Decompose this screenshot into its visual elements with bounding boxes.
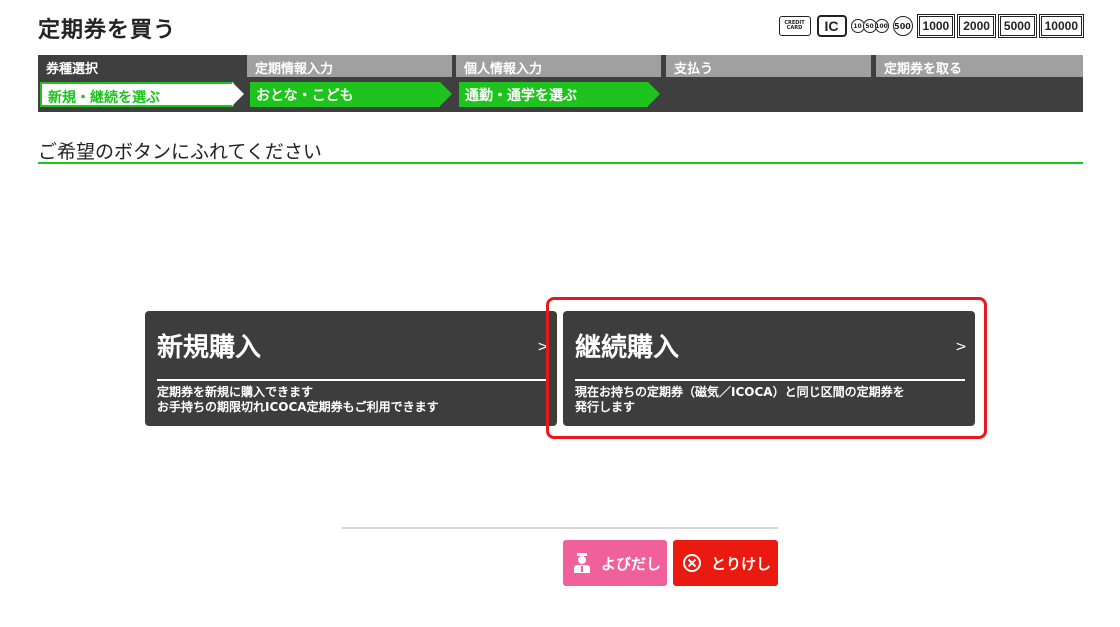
arrow-right-icon — [648, 82, 660, 106]
ic-card-icon: IC — [816, 15, 847, 37]
footer-divider — [342, 527, 778, 529]
substep-label: 通勤・通学を選ぶ — [465, 88, 577, 104]
cancel-button-label: とりけし — [711, 554, 772, 573]
call-staff-button[interactable]: よびだし — [563, 540, 667, 586]
step-take-pass: 定期券を取る — [876, 55, 1083, 77]
bill-1000-icon: 1000 — [916, 14, 956, 38]
step-progress-bar: 券種選択 定期情報入力 個人情報入力 支払う 定期券を取る 新規・継続を選ぶ お… — [38, 55, 1083, 112]
substep-adult-child: おとな・こども — [250, 82, 452, 107]
substep-label: 新規・継続を選ぶ — [48, 90, 160, 106]
credit-card-icon: CREDIT CARD — [778, 16, 811, 36]
selection-highlight — [546, 297, 987, 439]
option-title: 新規購入 — [157, 333, 262, 363]
bill-2000-icon: 2000 — [957, 14, 996, 38]
new-purchase-button[interactable]: 新規購入 > 定期券を新規に購入できます お手持ちの期限切れICOCA定期券もご… — [145, 311, 557, 426]
bill-5000-icon: 5000 — [997, 14, 1037, 38]
arrow-right-icon — [232, 82, 244, 106]
instruction-text: ご希望のボタンにふれてください — [38, 141, 322, 163]
arrow-right-icon — [440, 82, 452, 106]
step-ticket-type: 券種選択 — [38, 55, 243, 77]
option-description: 定期券を新規に購入できます お手持ちの期限切れICOCA定期券もご利用できます — [157, 385, 439, 415]
option-divider — [157, 379, 547, 381]
option-desc-line: お手持ちの期限切れICOCA定期券もご利用できます — [157, 400, 439, 414]
coin-100-icon: 100 — [874, 19, 889, 33]
accepted-payment-icons: CREDIT CARD IC 10 50 100 500 1000 2000 5… — [778, 14, 1085, 38]
substep-new-or-renew: 新規・継続を選ぶ — [40, 82, 244, 107]
staff-icon — [571, 552, 593, 574]
cancel-x-icon — [681, 552, 703, 574]
step-pass-info: 定期情報入力 — [247, 55, 452, 77]
page-title: 定期券を買う — [38, 18, 177, 43]
step-payment: 支払う — [666, 55, 871, 77]
bill-10000-icon: 10000 — [1038, 14, 1085, 38]
coins-icon: 10 50 100 500 — [850, 16, 913, 36]
substep-label: おとな・こども — [256, 88, 354, 104]
substep-commute-school: 通勤・通学を選ぶ — [459, 82, 660, 107]
cancel-button[interactable]: とりけし — [673, 540, 778, 586]
step-personal-info: 個人情報入力 — [456, 55, 661, 77]
call-button-label: よびだし — [601, 554, 662, 573]
divider — [38, 162, 1083, 164]
option-desc-line: 定期券を新規に購入できます — [157, 385, 314, 399]
coin-500-icon: 500 — [892, 16, 913, 36]
